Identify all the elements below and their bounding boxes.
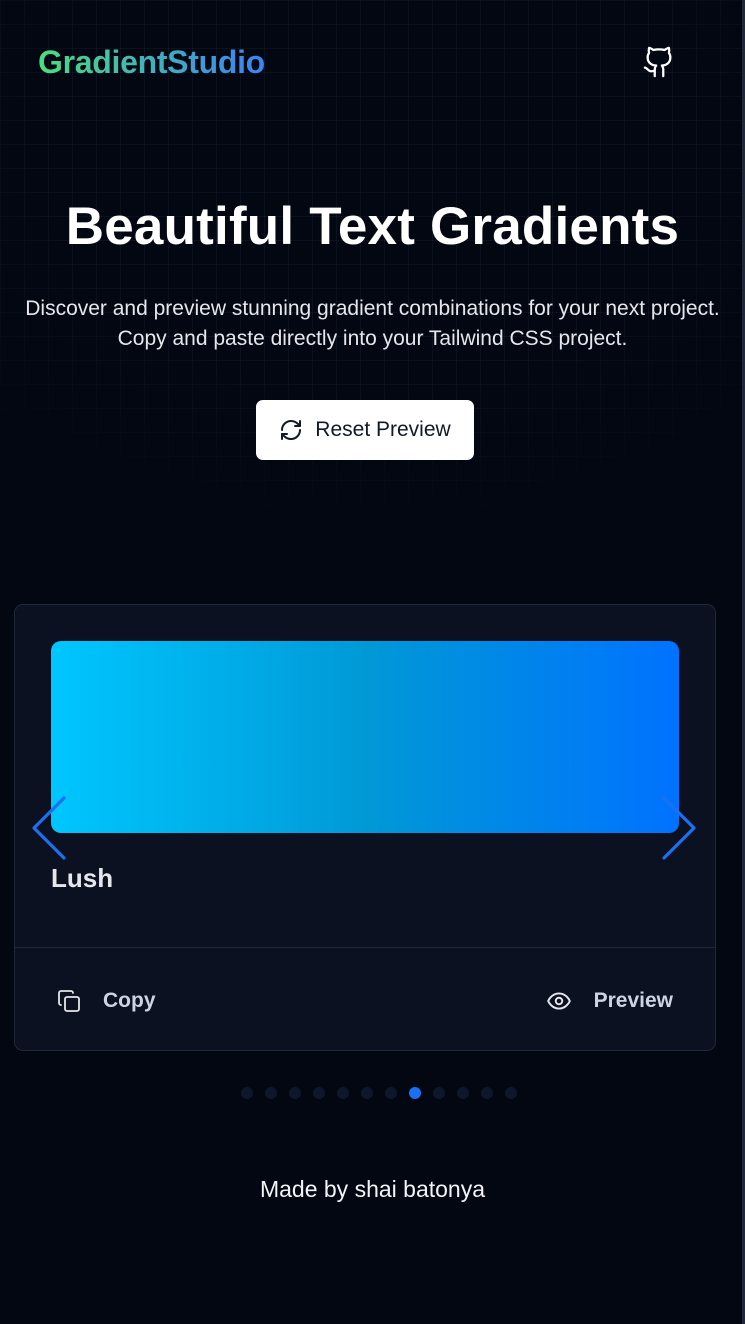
chevron-left-icon bbox=[32, 796, 66, 860]
page: GradientStudio Beautiful Text Gradients … bbox=[0, 0, 745, 1324]
subtitle-line-1: Discover and preview stunning gradient c… bbox=[25, 297, 720, 320]
copy-button[interactable]: Copy bbox=[57, 971, 156, 1031]
copy-label: Copy bbox=[103, 989, 156, 1012]
refresh-icon bbox=[281, 420, 302, 440]
preview-button[interactable]: Preview bbox=[546, 971, 673, 1031]
footer-credit: Made by shai batonya bbox=[259, 1176, 486, 1202]
reset-preview-label: Reset Preview bbox=[315, 418, 451, 441]
page-subtitle: Discover and preview stunning gradient c… bbox=[10, 294, 735, 354]
github-link[interactable] bbox=[639, 42, 679, 82]
pagination-dot[interactable] bbox=[264, 1087, 277, 1099]
pagination-dot-active[interactable] bbox=[408, 1087, 421, 1099]
pagination-dot[interactable] bbox=[312, 1087, 325, 1099]
site-header: GradientStudio bbox=[38, 38, 679, 86]
chevron-right-icon bbox=[662, 796, 696, 860]
pagination-dot[interactable] bbox=[432, 1087, 445, 1099]
github-icon bbox=[643, 46, 672, 78]
gradient-name: Lush bbox=[51, 863, 114, 893]
card-divider bbox=[15, 947, 715, 948]
page-title: Beautiful Text Gradients bbox=[65, 197, 680, 256]
copy-icon bbox=[58, 990, 80, 1012]
preview-label: Preview bbox=[593, 989, 673, 1012]
logo[interactable]: GradientStudio bbox=[38, 44, 265, 81]
pagination-dot[interactable] bbox=[384, 1087, 397, 1099]
pagination-dot[interactable] bbox=[456, 1087, 469, 1099]
carousel-next-button[interactable] bbox=[660, 794, 700, 862]
pagination-dot[interactable] bbox=[288, 1087, 301, 1099]
pagination-dot[interactable] bbox=[480, 1087, 493, 1099]
gradient-card: Lush Copy Preview bbox=[14, 604, 716, 1051]
pagination-dot[interactable] bbox=[240, 1087, 253, 1099]
carousel-pagination bbox=[0, 1087, 745, 1099]
subtitle-line-2: Copy and paste directly into your Tailwi… bbox=[117, 327, 628, 350]
eye-icon bbox=[546, 992, 571, 1010]
gradient-swatch bbox=[51, 641, 679, 833]
carousel-prev-button[interactable] bbox=[28, 794, 68, 862]
pagination-dot[interactable] bbox=[360, 1087, 373, 1099]
pagination-dot[interactable] bbox=[504, 1087, 517, 1099]
reset-preview-button[interactable]: Reset Preview bbox=[256, 400, 474, 460]
pagination-dot[interactable] bbox=[336, 1087, 349, 1099]
